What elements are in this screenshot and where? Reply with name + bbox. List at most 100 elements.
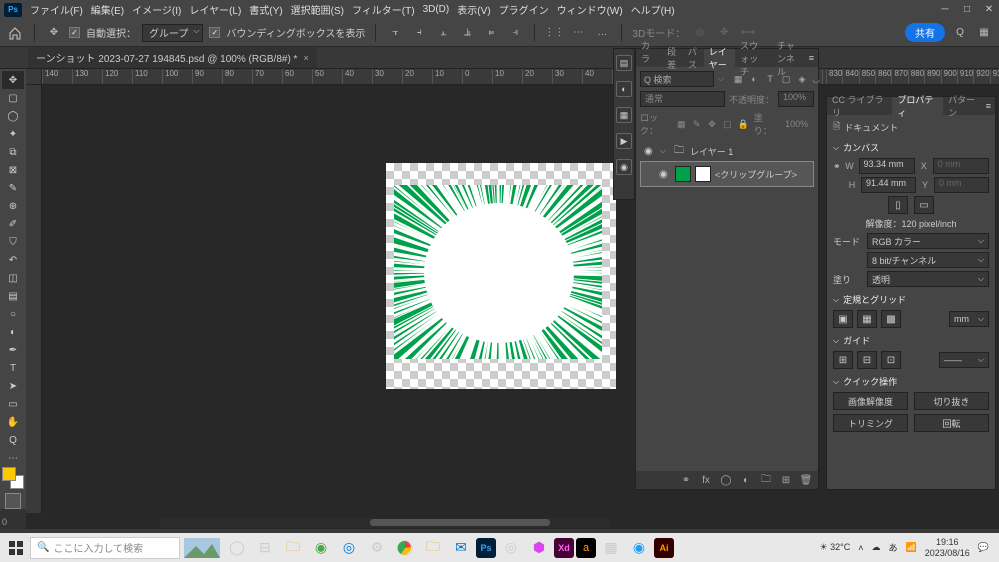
close-tab-icon[interactable]: ×: [303, 53, 308, 63]
tab-properties[interactable]: プロパティ: [892, 97, 943, 115]
menu-type[interactable]: 書式(Y): [249, 2, 282, 17]
color-swatches[interactable]: [2, 467, 24, 489]
taskbar-search-input[interactable]: 🔍ここに入力して検索: [30, 537, 180, 559]
tab-layers[interactable]: レイヤー: [704, 49, 735, 67]
lock-position-icon[interactable]: ✥: [707, 118, 717, 130]
tab-swatches[interactable]: スウォッチ: [735, 49, 772, 67]
layer-search-input[interactable]: Q 検索: [640, 71, 714, 87]
tab-patterns[interactable]: パターン: [943, 97, 986, 115]
app-icon-1[interactable]: ◉: [308, 536, 334, 560]
bounding-box-checkbox[interactable]: [209, 27, 220, 38]
ruler-unit-select[interactable]: mm: [949, 311, 989, 327]
menu-view[interactable]: 表示(V): [457, 2, 490, 17]
layer-mask-icon[interactable]: ◯: [720, 474, 732, 486]
tray-chevron-icon[interactable]: ˄: [858, 543, 863, 553]
trim-button[interactable]: トリミング: [833, 414, 908, 432]
share-button[interactable]: 共有: [905, 23, 945, 42]
zoom-tool[interactable]: Q: [2, 431, 24, 449]
maximize-button[interactable]: □: [961, 4, 973, 16]
auto-select-checkbox[interactable]: [69, 27, 80, 38]
fill-input[interactable]: 100%: [782, 119, 814, 129]
outlook-icon[interactable]: ✉: [448, 536, 474, 560]
info-panel-icon[interactable]: ◉: [616, 159, 632, 175]
app-icon-5[interactable]: ◉: [626, 536, 652, 560]
ruler-vertical[interactable]: [26, 85, 42, 513]
new-layer-icon[interactable]: ⊞: [780, 474, 792, 486]
weather-widget[interactable]: ☀ 32°C: [820, 542, 851, 553]
distribute-v-icon[interactable]: ⋯: [569, 24, 587, 42]
adjustment-layer-icon[interactable]: ◐: [740, 474, 752, 486]
brush-tool[interactable]: ✐: [2, 215, 24, 233]
rotate-button[interactable]: 回転: [914, 414, 989, 432]
width-input[interactable]: 93.34 mm: [859, 158, 915, 174]
quick-actions-section-title[interactable]: クイック操作: [833, 375, 989, 388]
tray-ime-icon[interactable]: あ: [889, 541, 898, 554]
guide-new-icon[interactable]: ⊡: [881, 351, 901, 369]
filter-smart-icon[interactable]: ◈: [796, 73, 808, 85]
align-center-v-icon[interactable]: ⫢: [482, 24, 500, 42]
align-center-h-icon[interactable]: ⫞: [410, 24, 428, 42]
distribute-h-icon[interactable]: ⋮⋮: [545, 24, 563, 42]
grid-toggle-icon[interactable]: ▦: [857, 310, 877, 328]
tab-channels[interactable]: チャンネル: [772, 49, 809, 67]
menu-edit[interactable]: 編集(E): [91, 2, 124, 17]
blur-tool[interactable]: ○: [2, 305, 24, 323]
move-tool[interactable]: ✥: [2, 71, 24, 89]
menu-help[interactable]: ヘルプ(H): [631, 2, 675, 17]
history-brush-tool[interactable]: ↶: [2, 251, 24, 269]
amazon-icon[interactable]: a: [576, 538, 596, 558]
layer-fx-icon[interactable]: fx: [700, 474, 712, 486]
notifications-icon[interactable]: 💬: [978, 542, 989, 553]
horizontal-scrollbar[interactable]: [160, 518, 609, 528]
xd-icon[interactable]: Xd: [554, 538, 574, 558]
guide-view-icon[interactable]: ⊞: [833, 351, 853, 369]
filter-pixel-icon[interactable]: ▦: [732, 73, 744, 85]
portrait-icon[interactable]: ▯: [888, 196, 908, 214]
blend-mode-select[interactable]: 通常: [640, 91, 725, 107]
layer-name[interactable]: <クリップグループ>: [715, 168, 797, 181]
bit-depth-select[interactable]: 8 bit/チャンネル: [867, 252, 989, 268]
app-icon-2[interactable]: 🗀: [420, 536, 446, 560]
canvas-section-title[interactable]: カンバス: [833, 141, 989, 154]
menu-window[interactable]: ウィンドウ(W): [557, 2, 623, 17]
hand-tool[interactable]: ✋: [2, 413, 24, 431]
close-button[interactable]: ✕: [983, 4, 995, 16]
lasso-tool[interactable]: ◯: [2, 107, 24, 125]
menu-select[interactable]: 選択範囲(S): [291, 2, 344, 17]
home-icon[interactable]: [6, 24, 24, 42]
panel-menu-icon[interactable]: ≡: [809, 53, 814, 63]
align-right-icon[interactable]: ⫠: [434, 24, 452, 42]
marquee-tool[interactable]: ▢: [2, 89, 24, 107]
guide-style-select[interactable]: ——: [939, 352, 989, 368]
filter-toggle-icon[interactable]: ◡: [812, 73, 820, 85]
3d-pan-icon[interactable]: ✥: [715, 24, 733, 42]
more-options-icon[interactable]: …: [593, 24, 611, 42]
adjustments-panel-icon[interactable]: ◐: [616, 81, 632, 97]
tab-color[interactable]: カラー: [636, 49, 662, 67]
pixel-grid-icon[interactable]: ▩: [881, 310, 901, 328]
document-tab[interactable]: ーンショット 2023-07-27 194845.psd @ 100% (RGB…: [28, 47, 317, 68]
crop-button[interactable]: 切り抜き: [914, 392, 989, 410]
shape-tool[interactable]: ▭: [2, 395, 24, 413]
link-wh-icon[interactable]: ⚭: [833, 161, 841, 172]
dodge-tool[interactable]: ◐: [2, 323, 24, 341]
height-input[interactable]: 91.44 mm: [861, 177, 916, 193]
edge-icon[interactable]: ◎: [336, 536, 362, 560]
menu-layer[interactable]: レイヤー(L): [189, 2, 241, 17]
filter-adjust-icon[interactable]: ◐: [748, 73, 760, 85]
menu-file[interactable]: ファイル(F): [30, 2, 83, 17]
photoshop-taskbar-icon[interactable]: Ps: [476, 538, 496, 558]
layer-name[interactable]: レイヤー 1: [690, 145, 733, 158]
tab-cc-libraries[interactable]: CC ライブラリ: [827, 97, 892, 115]
lock-artboard-icon[interactable]: ▢: [722, 118, 732, 130]
minimize-button[interactable]: ─: [939, 4, 951, 16]
lock-transparency-icon[interactable]: ▦: [676, 118, 686, 130]
cortana-icon[interactable]: ⊟: [252, 536, 278, 560]
illustrator-icon[interactable]: Ai: [654, 538, 674, 558]
wand-tool[interactable]: ✦: [2, 125, 24, 143]
workspace-icon[interactable]: ▦: [975, 24, 993, 42]
heal-tool[interactable]: ⊕: [2, 197, 24, 215]
tray-network-icon[interactable]: 📶: [906, 542, 917, 553]
edit-toolbar[interactable]: ⋯: [2, 449, 24, 467]
tray-onedrive-icon[interactable]: ☁: [872, 542, 881, 553]
